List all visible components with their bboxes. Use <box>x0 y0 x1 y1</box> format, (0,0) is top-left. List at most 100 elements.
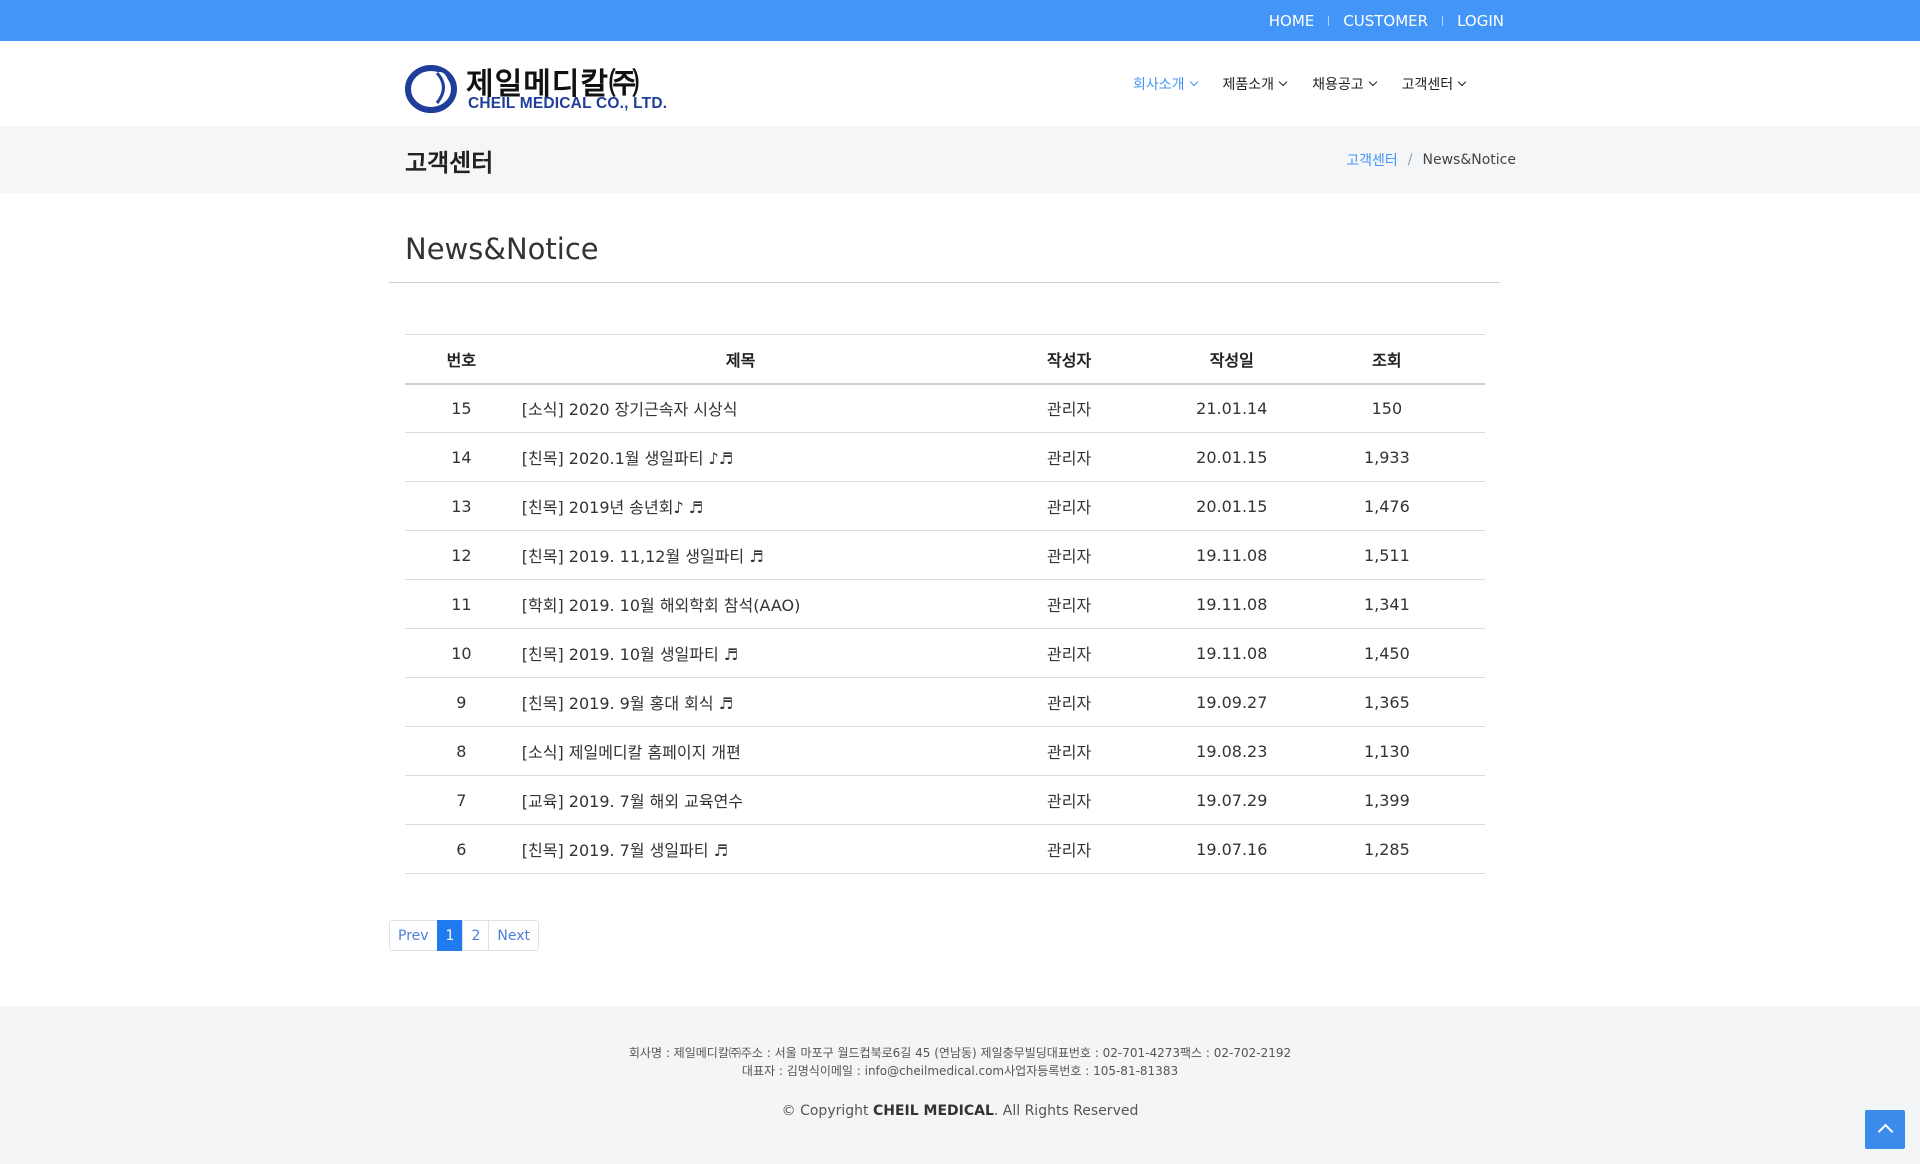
post-title-link[interactable]: [학회] 2019. 10월 해외학회 참석(AAO) <box>522 596 801 615</box>
row-number: 10 <box>405 628 518 678</box>
row-views: 150 <box>1288 383 1485 433</box>
page-1-button[interactable]: 1 <box>436 920 464 951</box>
table-row: 12 [친목] 2019. 11,12월 생일파티 ♬ 관리자 19.11.08… <box>405 530 1485 580</box>
section-divider <box>389 282 1500 283</box>
row-writer: 관리자 <box>963 824 1175 874</box>
row-writer: 관리자 <box>963 726 1175 776</box>
logo-english-name: CHEIL MEDICAL CO., LTD. <box>468 95 668 112</box>
row-date: 19.07.29 <box>1174 775 1289 825</box>
back-to-top-button[interactable] <box>1865 1110 1905 1149</box>
page-2-button[interactable]: 2 <box>462 920 490 951</box>
row-date: 20.01.15 <box>1174 481 1289 531</box>
notice-table: 번호 제목 작성자 작성일 조회 15 [소식] 2020 장기근속자 시상식 … <box>405 334 1485 874</box>
page-title-band: 고객센터 고객센터 / News&Notice <box>0 126 1920 193</box>
nav-item-label: 고객센터 <box>1401 76 1454 93</box>
login-link[interactable]: LOGIN <box>1457 12 1504 30</box>
row-views: 1,511 <box>1288 530 1485 580</box>
copyright-prefix: © Copyright <box>781 1103 873 1119</box>
row-date: 19.11.08 <box>1174 628 1289 678</box>
table-row: 15 [소식] 2020 장기근속자 시상식 관리자 21.01.14 150 <box>405 383 1485 433</box>
row-writer: 관리자 <box>963 579 1175 629</box>
row-number: 15 <box>405 383 518 433</box>
nav-item-company[interactable]: 회사소개 <box>1133 74 1198 94</box>
post-title-link[interactable]: [친목] 2019. 7월 생일파티 ♬ <box>522 841 728 860</box>
main-nav: 회사소개 제품소개 채용공고 고객센터 <box>1133 41 1491 126</box>
row-writer: 관리자 <box>963 383 1175 433</box>
row-views: 1,476 <box>1288 481 1485 531</box>
row-date: 19.08.23 <box>1174 726 1289 776</box>
header-writer: 작성자 <box>1047 350 1092 370</box>
row-number: 12 <box>405 530 518 580</box>
row-number: 14 <box>405 432 518 482</box>
row-writer: 관리자 <box>963 432 1175 482</box>
post-title-link[interactable]: [친목] 2019. 9월 홍대 회식 ♬ <box>522 694 733 713</box>
post-title-link[interactable]: [소식] 제일메디칼 홈페이지 개편 <box>522 743 741 762</box>
row-number: 7 <box>405 775 518 825</box>
header-title: 제목 <box>725 350 756 370</box>
row-date: 19.11.08 <box>1174 530 1289 580</box>
post-title-link[interactable]: [친목] 2019. 11,12월 생일파티 ♬ <box>522 547 764 566</box>
row-title-cell: [교육] 2019. 7월 해외 교육연수 <box>517 775 964 825</box>
table-row: 8 [소식] 제일메디칼 홈페이지 개편 관리자 19.08.23 1,130 <box>405 726 1485 776</box>
post-title-link[interactable]: [친목] 2020.1월 생일파티 ♪♬ <box>522 449 733 468</box>
row-views: 1,341 <box>1288 579 1485 629</box>
table-row: 13 [친목] 2019년 송년회♪ ♬ 관리자 20.01.15 1,476 <box>405 481 1485 531</box>
site-header: 제일메디칼㈜ CHEIL MEDICAL CO., LTD. 회사소개 제품소개… <box>0 41 1920 126</box>
breadcrumb-parent-link[interactable]: 고객센터 <box>1346 150 1398 170</box>
row-title-cell: [소식] 2020 장기근속자 시상식 <box>517 383 964 433</box>
nav-item-label: 제품소개 <box>1222 76 1275 93</box>
table-row: 7 [교육] 2019. 7월 해외 교육연수 관리자 19.07.29 1,3… <box>405 775 1485 825</box>
home-link[interactable]: HOME <box>1269 12 1315 30</box>
table-row: 11 [학회] 2019. 10월 해외학회 참석(AAO) 관리자 19.11… <box>405 579 1485 629</box>
site-footer: 회사명 : 제일메디칼㈜주소 : 서울 마포구 월드컵북로6길 45 (연남동)… <box>0 1006 1920 1164</box>
company-logo[interactable]: 제일메디칼㈜ CHEIL MEDICAL CO., LTD. <box>404 61 668 113</box>
prev-page-button[interactable]: Prev <box>389 920 438 951</box>
header-date: 작성일 <box>1209 350 1254 370</box>
row-date: 19.09.27 <box>1174 677 1289 727</box>
divider <box>1442 15 1444 26</box>
table-row: 10 [친목] 2019. 10월 생일파티 ♬ 관리자 19.11.08 1,… <box>405 628 1485 678</box>
row-writer: 관리자 <box>963 677 1175 727</box>
footer-company-info: 회사명 : 제일메디칼㈜주소 : 서울 마포구 월드컵북로6길 45 (연남동)… <box>628 1046 1292 1060</box>
copyright-brand: CHEIL MEDICAL <box>872 1103 994 1119</box>
footer-contact-info: 대표자 : 김명식이메일 : info@cheilmedical.com사업자등… <box>741 1064 1179 1078</box>
table-row: 9 [친목] 2019. 9월 홍대 회식 ♬ 관리자 19.09.27 1,3… <box>405 677 1485 727</box>
post-title-link[interactable]: [교육] 2019. 7월 해외 교육연수 <box>522 792 743 811</box>
row-title-cell: [친목] 2019년 송년회♪ ♬ <box>517 481 964 531</box>
breadcrumb-current: News&Notice <box>1422 152 1516 168</box>
row-title-cell: [친목] 2019. 11,12월 생일파티 ♬ <box>517 530 964 580</box>
copyright: © Copyright CHEIL MEDICAL. All Rights Re… <box>0 1103 1920 1119</box>
header-number: 번호 <box>446 350 477 370</box>
table-header-row: 번호 제목 작성자 작성일 조회 <box>405 334 1485 384</box>
nav-item-recruit[interactable]: 채용공고 <box>1312 74 1377 94</box>
post-title-link[interactable]: [소식] 2020 장기근속자 시상식 <box>522 400 738 419</box>
row-date: 20.01.15 <box>1174 432 1289 482</box>
post-title-link[interactable]: [친목] 2019. 10월 생일파티 ♬ <box>522 645 738 664</box>
row-title-cell: [친목] 2019. 7월 생일파티 ♬ <box>517 824 964 874</box>
table-row: 6 [친목] 2019. 7월 생일파티 ♬ 관리자 19.07.16 1,28… <box>405 824 1485 874</box>
header-views: 조회 <box>1372 350 1402 370</box>
next-page-button[interactable]: Next <box>488 920 540 951</box>
row-views: 1,130 <box>1288 726 1485 776</box>
customer-link[interactable]: CUSTOMER <box>1343 12 1428 30</box>
row-title-cell: [친목] 2019. 10월 생일파티 ♬ <box>517 628 964 678</box>
row-number: 8 <box>405 726 518 776</box>
section-title: News&Notice <box>405 232 599 266</box>
row-writer: 관리자 <box>963 481 1175 531</box>
chevron-down-icon <box>1278 77 1288 87</box>
row-title-cell: [친목] 2020.1월 생일파티 ♪♬ <box>517 432 964 482</box>
nav-item-customer-center[interactable]: 고객센터 <box>1401 74 1467 94</box>
row-date: 21.01.14 <box>1174 383 1289 433</box>
top-links: HOME CUSTOMER LOGIN <box>1269 0 1504 41</box>
post-title-link[interactable]: [친목] 2019년 송년회♪ ♬ <box>522 498 703 517</box>
row-views: 1,365 <box>1288 677 1485 727</box>
page-title: 고객센터 <box>405 149 494 177</box>
row-views: 1,450 <box>1288 628 1485 678</box>
nav-item-label: 채용공고 <box>1312 76 1364 93</box>
row-title-cell: [친목] 2019. 9월 홍대 회식 ♬ <box>517 677 964 727</box>
nav-item-products[interactable]: 제품소개 <box>1222 74 1288 94</box>
chevron-down-icon <box>1189 77 1198 87</box>
row-views: 1,285 <box>1288 824 1485 874</box>
row-number: 13 <box>405 481 518 531</box>
copyright-suffix: . All Rights Reserved <box>993 1103 1139 1119</box>
